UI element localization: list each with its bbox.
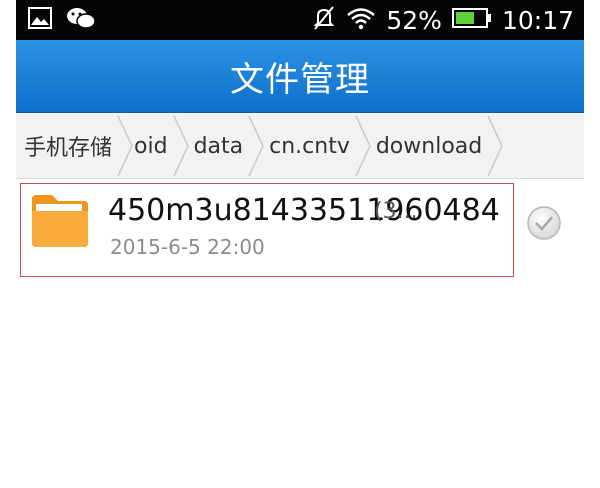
folder-icon [28,191,92,255]
screen: 52% 10:17 文件管理 手机存储 oid data cn.cntv dow… [16,0,584,488]
image-icon [28,7,52,33]
file-date: 2015-6-5 22:00 [110,235,265,259]
wifi-icon [346,6,376,34]
list-item[interactable]: 450m3u81433511960484 (3... 2015-6-5 22:0… [16,179,584,289]
breadcrumb: 手机存储 oid data cn.cntv download [16,114,584,179]
title-bar: 文件管理 [16,40,584,113]
page-title: 文件管理 [230,59,370,100]
status-bar: 52% 10:17 [16,0,584,40]
battery-percent: 52% [386,5,442,35]
chevron-right-icon [248,115,264,177]
alarm-off-icon [312,5,336,35]
breadcrumb-label: 手机存储 [24,136,113,161]
checkbox-icon[interactable] [526,205,562,245]
breadcrumb-item-data[interactable]: data [194,114,270,178]
breadcrumb-label: data [193,133,244,159]
file-count: (3... [374,199,418,224]
breadcrumb-label: download [375,133,483,159]
chevron-right-icon [117,115,133,177]
breadcrumb-item-download[interactable]: download [376,114,508,178]
file-list: 450m3u81433511960484 (3... 2015-6-5 22:0… [16,179,584,289]
clock: 10:17 [501,5,574,35]
file-name: 450m3u81433511960484 [108,193,500,228]
chevron-right-icon [487,115,504,177]
breadcrumb-label: oid [134,133,168,159]
battery-icon [451,7,492,33]
breadcrumb-item-phone-storage[interactable]: 手机存储 [16,114,138,178]
breadcrumb-label: cn.cntv [269,133,350,159]
breadcrumb-item-android[interactable]: oid [134,114,194,178]
wechat-icon [66,6,96,34]
chevron-right-icon [355,115,371,177]
chevron-right-icon [172,115,189,177]
breadcrumb-item-cn-cntv[interactable]: cn.cntv [269,114,376,178]
